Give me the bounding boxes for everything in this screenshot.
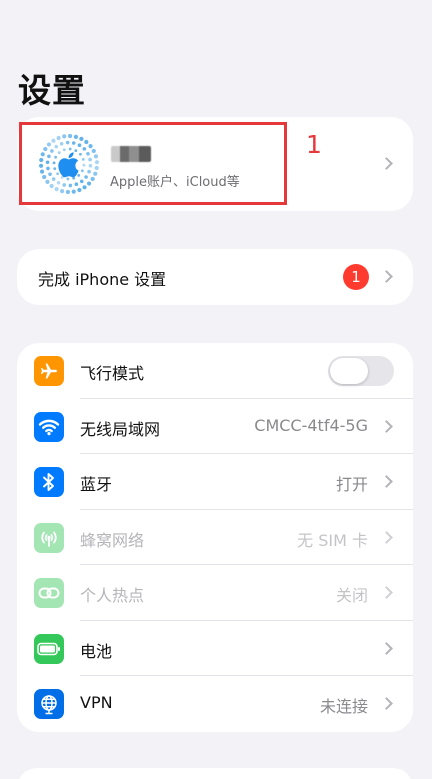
hotspot-status: 关闭 bbox=[335, 586, 368, 605]
notification-badge: 1 bbox=[343, 264, 369, 290]
annotation-highlight-box bbox=[19, 122, 287, 205]
battery-icon bbox=[34, 633, 64, 664]
wifi-network-name: CMCC-4tf4-5G bbox=[254, 415, 368, 435]
settings-row-vpn[interactable]: VPN 未连接 bbox=[17, 676, 413, 732]
chevron-right-icon bbox=[380, 270, 393, 283]
airplane-mode-toggle[interactable] bbox=[328, 356, 394, 386]
settings-row-label: 个人热点 bbox=[80, 586, 145, 605]
vpn-status: 未连接 bbox=[319, 697, 368, 716]
settings-row-label: 飞行模式 bbox=[80, 364, 145, 383]
toggle-knob bbox=[330, 358, 368, 384]
chevron-right-icon bbox=[380, 419, 393, 433]
cellular-antenna-icon bbox=[34, 522, 64, 553]
next-settings-group bbox=[17, 768, 413, 779]
settings-row-bluetooth[interactable]: 蓝牙 打开 bbox=[17, 454, 413, 510]
settings-row-label: 蜂窝网络 bbox=[80, 530, 145, 550]
bluetooth-status: 打开 bbox=[335, 475, 368, 494]
bluetooth-icon bbox=[34, 467, 64, 497]
chevron-right-icon bbox=[380, 641, 393, 655]
settings-row-wifi[interactable]: 无线局域网 CMCC-4tf4-5G bbox=[17, 399, 413, 454]
settings-row-label: 无线局域网 bbox=[80, 419, 161, 439]
chevron-right-icon bbox=[380, 586, 393, 599]
annotation-number: 1 bbox=[306, 130, 322, 159]
settings-row-battery[interactable]: 电池 bbox=[17, 621, 413, 676]
finish-setup-label: 完成 iPhone 设置 bbox=[38, 270, 167, 289]
settings-list: 飞行模式 无线局域网 CMCC-4tf4-5G 蓝牙 打开 蜂窝网络 无 SIM… bbox=[17, 343, 413, 732]
chevron-right-icon bbox=[380, 697, 393, 710]
hotspot-link-icon bbox=[34, 578, 64, 608]
page-title: 设置 bbox=[18, 71, 86, 110]
settings-screen: 设置 Apple账户、iCloud等 1 完成 iPhone 设置 1 飞行模式 bbox=[0, 0, 432, 779]
settings-row-airplane-mode[interactable]: 飞行模式 bbox=[17, 343, 413, 399]
chevron-right-icon bbox=[380, 530, 393, 544]
cellular-status: 无 SIM 卡 bbox=[297, 530, 368, 550]
settings-row-personal-hotspot[interactable]: 个人热点 关闭 bbox=[17, 565, 413, 621]
settings-row-label: VPN bbox=[80, 693, 113, 712]
wifi-icon bbox=[34, 411, 64, 442]
finish-setup-row[interactable]: 完成 iPhone 设置 1 bbox=[17, 249, 413, 305]
chevron-right-icon bbox=[380, 475, 393, 488]
settings-row-label: 蓝牙 bbox=[80, 475, 113, 494]
globe-icon bbox=[34, 689, 64, 719]
settings-row-cellular[interactable]: 蜂窝网络 无 SIM 卡 bbox=[17, 510, 413, 565]
chevron-right-icon bbox=[380, 157, 393, 170]
airplane-icon bbox=[34, 356, 64, 386]
settings-row-label: 电池 bbox=[80, 641, 113, 661]
